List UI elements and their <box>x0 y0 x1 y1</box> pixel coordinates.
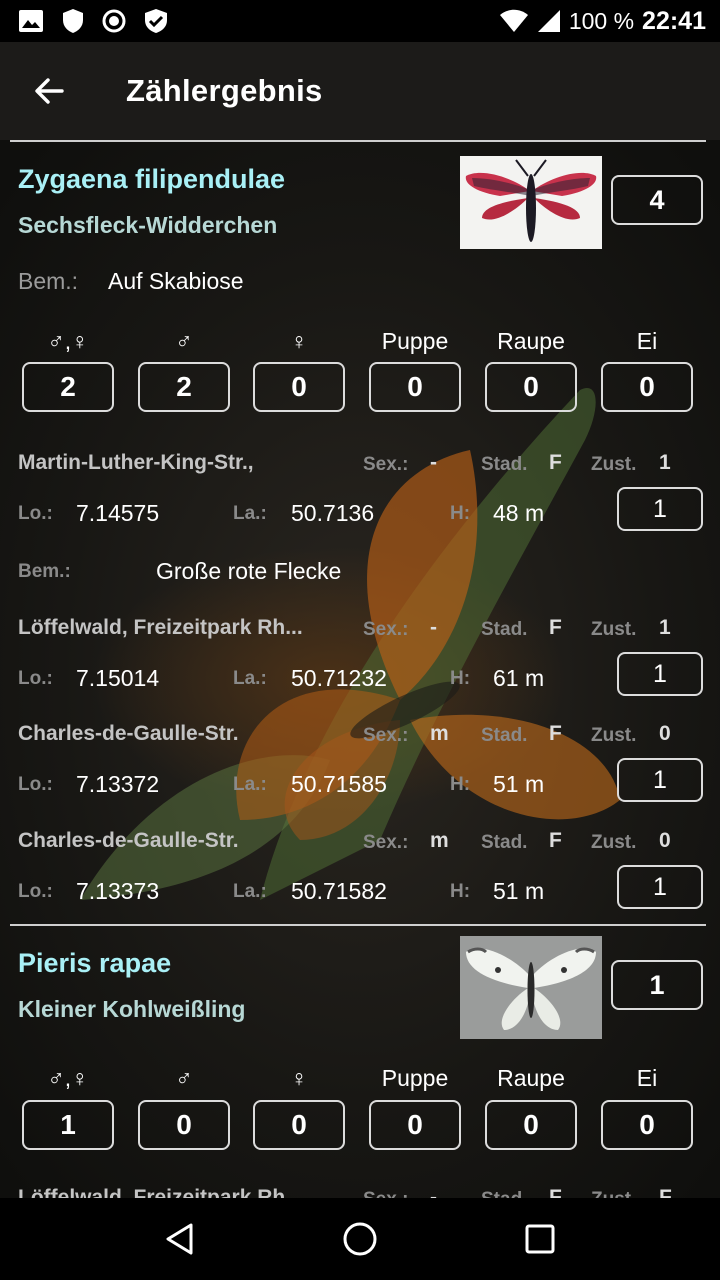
clock: 22:41 <box>642 6 706 35</box>
sex-label: Sex.: <box>363 1189 408 1198</box>
back-button[interactable] <box>0 42 98 140</box>
category-label-egg: Ei <box>636 1065 658 1091</box>
nav-home-button[interactable] <box>315 1198 405 1280</box>
nav-recents-square-icon <box>525 1224 555 1254</box>
wifi-icon <box>499 9 528 32</box>
count-result-list[interactable]: Zygaena filipendulae Sechsfleck-Widderch… <box>0 140 720 1198</box>
status-bar: 100 % 22:41 <box>0 0 720 42</box>
record-notification-icon <box>102 9 126 33</box>
page-title: Zählergebnis <box>126 73 323 108</box>
count-male[interactable]: 0 <box>138 1100 230 1150</box>
back-arrow-icon <box>35 78 64 104</box>
species-thumbnail[interactable] <box>460 936 602 1039</box>
app-bar: Zählergebnis <box>0 42 720 140</box>
count-egg[interactable]: 0 <box>601 1100 693 1150</box>
divider <box>10 924 706 926</box>
nav-back-button[interactable] <box>135 1198 225 1280</box>
stadium-value: F <box>549 1186 562 1198</box>
nav-recents-button[interactable] <box>495 1198 585 1280</box>
cabbage-white-photo <box>466 947 596 1030</box>
count-female[interactable]: 0 <box>253 1100 345 1150</box>
count-both[interactable]: 1 <box>22 1100 114 1150</box>
signal-icon <box>537 10 560 32</box>
image-notification-icon <box>19 10 43 32</box>
category-label-both: ♂,♀ <box>47 1065 89 1091</box>
stadium-label: Stad. <box>481 1189 527 1198</box>
zust-value: F <box>659 1186 672 1198</box>
common-name: Kleiner Kohlweißling <box>18 996 246 1022</box>
shield-notification-icon <box>63 9 83 33</box>
navigation-bar <box>0 1198 720 1280</box>
nav-back-triangle-icon <box>166 1223 193 1255</box>
count-caterpillar[interactable]: 0 <box>485 1100 577 1150</box>
shield-check-notification-icon <box>145 9 167 33</box>
sex-value: - <box>430 1186 437 1198</box>
species-total-count[interactable]: 1 <box>611 960 703 1010</box>
zust-label: Zust. <box>591 1189 636 1198</box>
record-location: Löffelwald, Freizeitpark Rh... <box>18 1186 303 1198</box>
category-label-male: ♂ <box>175 1065 193 1091</box>
nav-home-circle-icon <box>343 1222 377 1256</box>
category-label-female: ♀ <box>290 1065 308 1091</box>
battery-level: 100 % <box>568 7 635 34</box>
scientific-name: Pieris rapae <box>18 948 172 978</box>
count-pupa[interactable]: 0 <box>369 1100 461 1150</box>
category-label-pupa: Puppe <box>381 1065 449 1091</box>
category-label-caterpillar: Raupe <box>497 1065 565 1091</box>
species-section-2: Pieris rapae Kleiner Kohlweißling 1 ♂,♀ … <box>0 140 720 1198</box>
